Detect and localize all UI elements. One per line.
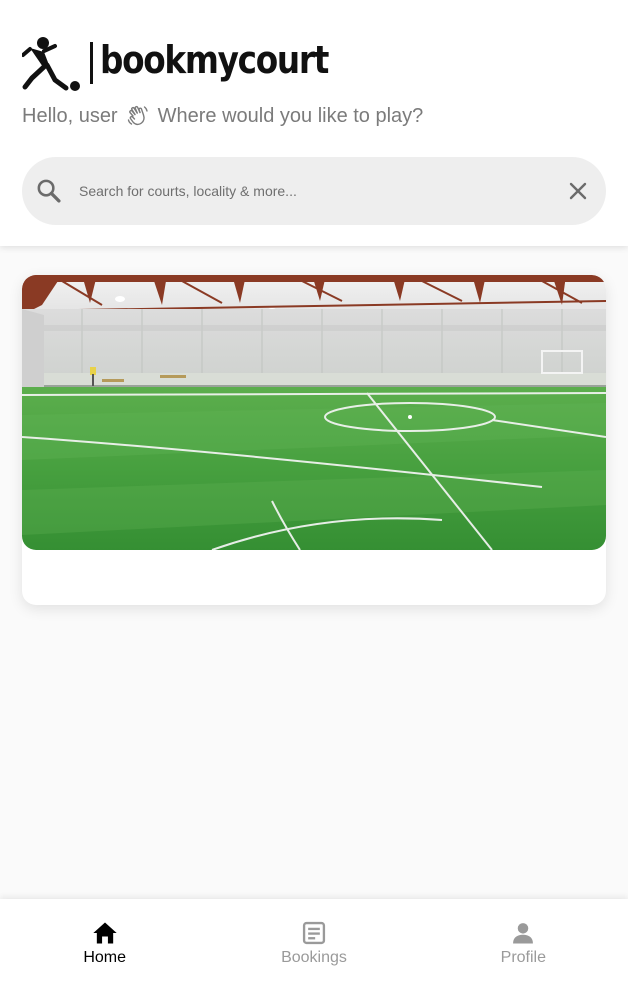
indoor-soccer-field-image — [22, 275, 606, 550]
greeting-question: Where would you like to play? — [157, 104, 424, 127]
search-input[interactable] — [77, 170, 566, 212]
bottom-nav: Home Bookings Profile — [0, 899, 628, 982]
close-icon[interactable] — [566, 179, 590, 203]
profile-icon[interactable] — [509, 919, 537, 947]
greeting-hello: Hello, user — [22, 104, 118, 127]
logo-divider — [90, 42, 93, 84]
search-bar[interactable] — [22, 157, 606, 225]
nav-item-profile[interactable]: Profile — [419, 899, 628, 982]
greeting: Hello, user Where would you like to play… — [22, 104, 423, 128]
search-icon[interactable] — [35, 177, 63, 205]
home-icon[interactable] — [91, 919, 119, 947]
nav-item-home[interactable]: Home — [0, 899, 209, 982]
nav-item-bookings[interactable]: Bookings — [209, 899, 418, 982]
nav-label-bookings[interactable]: Bookings — [281, 949, 347, 967]
court-card[interactable] — [22, 275, 606, 605]
player-kick-logo-icon — [22, 37, 80, 91]
court-photo[interactable] — [22, 275, 606, 550]
bookings-icon[interactable] — [300, 919, 328, 947]
nav-label-home[interactable]: Home — [83, 949, 126, 967]
app-header: bookmycourt Hello, user Where would you … — [0, 0, 628, 246]
logo-wordmark: bookmycourt — [100, 38, 329, 82]
waving-hand-icon — [127, 106, 148, 126]
nav-label-profile[interactable]: Profile — [501, 949, 546, 967]
app-logo: bookmycourt — [22, 34, 365, 92]
